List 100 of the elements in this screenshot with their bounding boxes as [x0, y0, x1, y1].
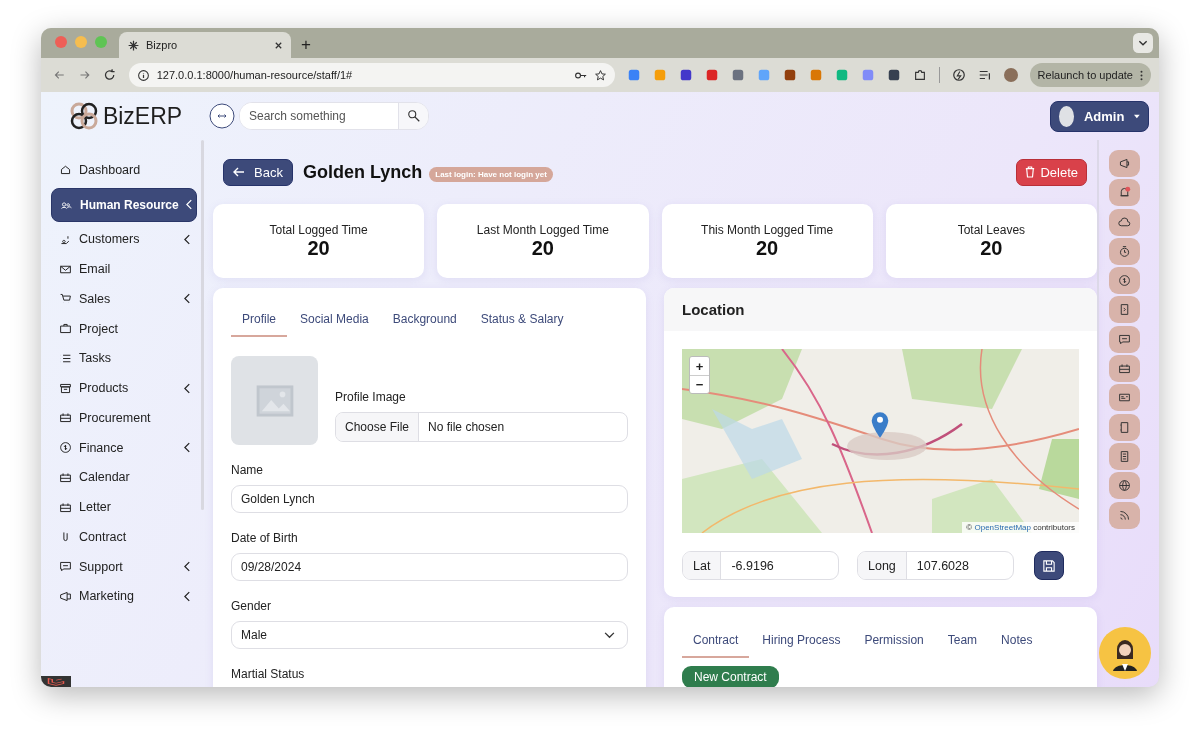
field-label: Profile Image — [335, 390, 407, 404]
extension-icon[interactable] — [730, 68, 745, 82]
address-bar[interactable]: 127.0.0.1:8000/human-resource/staff/1# — [128, 63, 615, 87]
select-field[interactable]: Male — [231, 621, 628, 649]
sidebar-item[interactable]: Marketing — [51, 584, 197, 609]
menu-item-icon — [59, 322, 72, 335]
tab[interactable]: Hiring Process — [751, 629, 852, 658]
quick-action-button[interactable] — [1108, 296, 1140, 324]
sync-icon[interactable] — [951, 68, 966, 82]
sidebar-item[interactable]: Dashboard — [51, 157, 197, 182]
quick-action-button[interactable] — [1108, 413, 1140, 441]
latitude-field[interactable]: Lat -6.9196 — [682, 551, 839, 580]
sidebar-toggle-button[interactable] — [209, 103, 235, 129]
quick-action-button[interactable] — [1108, 179, 1140, 207]
tab[interactable]: Contract — [682, 629, 750, 658]
back-button[interactable]: Back — [223, 158, 293, 186]
sidebar-item[interactable]: Letter — [51, 495, 197, 519]
media-icon[interactable] — [977, 68, 992, 82]
sidebar-item[interactable]: Project — [51, 316, 197, 341]
input-field[interactable]: Golden Lynch — [231, 485, 628, 513]
zoom-out-button[interactable]: − — [690, 375, 709, 393]
quick-action-icon — [1117, 332, 1131, 346]
close-icon[interactable] — [274, 40, 283, 50]
tab[interactable]: Background — [381, 308, 468, 337]
quick-action-icon — [1117, 157, 1131, 170]
puzzle-icon[interactable] — [912, 68, 927, 82]
quick-action-icon — [1117, 479, 1131, 493]
extension-icon[interactable] — [704, 68, 719, 82]
sidebar-item[interactable]: Tasks — [51, 346, 197, 371]
tab[interactable]: Status & Salary — [469, 308, 575, 337]
delete-button[interactable]: Delete — [1016, 158, 1087, 186]
quick-action-button[interactable] — [1108, 237, 1140, 265]
input-field[interactable]: 09/28/2024 — [231, 553, 628, 581]
last-login-badge: Last login: Have not login yet — [429, 166, 553, 182]
save-button[interactable] — [1034, 551, 1064, 580]
arrow-left-icon — [233, 167, 245, 177]
reload-icon[interactable] — [103, 68, 117, 82]
new-tab-button[interactable]: + — [301, 35, 311, 55]
quick-action-icon — [1117, 420, 1131, 434]
quick-action-button[interactable] — [1108, 355, 1140, 383]
extension-icon[interactable] — [782, 68, 797, 82]
stat-label: Total Logged Time — [269, 222, 368, 237]
map-pin-icon[interactable] — [871, 411, 889, 439]
file-input[interactable]: Choose File No file chosen — [335, 412, 628, 442]
menu-item-icon — [59, 589, 72, 603]
extension-icon[interactable] — [886, 68, 901, 82]
quick-action-icon — [1117, 244, 1131, 258]
stat-value: 20 — [980, 236, 1003, 260]
quick-action-button[interactable] — [1108, 472, 1140, 500]
quick-action-button[interactable] — [1108, 501, 1140, 529]
stat-label: Last Month Logged Time — [476, 222, 609, 237]
quick-action-icon — [1117, 215, 1131, 229]
search-field[interactable]: Search something — [239, 102, 429, 130]
sidebar-item[interactable]: Contract — [51, 524, 197, 549]
quick-action-button[interactable] — [1108, 325, 1140, 353]
sidebar-item[interactable]: Procurement — [51, 405, 197, 430]
sidebar-item[interactable]: Human Resource — [51, 187, 197, 222]
extension-icon[interactable] — [678, 68, 693, 82]
tab-menu-icon[interactable] — [1133, 33, 1153, 53]
tab[interactable]: Profile — [231, 308, 287, 337]
sidebar-item[interactable]: Products — [51, 376, 197, 400]
sidebar-item[interactable]: Sales — [51, 286, 197, 311]
info-icon[interactable] — [136, 68, 150, 82]
assistant-avatar[interactable] — [1099, 627, 1151, 679]
sidebar-item[interactable]: Finance — [51, 435, 197, 460]
tab[interactable]: Notes — [990, 629, 1044, 658]
menu-item-icon — [59, 500, 72, 514]
more-icon — [1140, 69, 1143, 81]
debug-bar-icon[interactable] — [41, 676, 71, 687]
tab[interactable]: Social Media — [289, 308, 380, 337]
quick-action-button[interactable] — [1108, 150, 1140, 177]
quick-action-button[interactable] — [1108, 208, 1140, 236]
sidebar-item[interactable]: Support — [51, 554, 197, 579]
caret-icon — [1134, 113, 1140, 119]
tab[interactable]: Team — [936, 629, 989, 658]
quick-action-button[interactable] — [1108, 267, 1140, 295]
longitude-field[interactable]: Long 107.6028 — [857, 551, 1014, 580]
user-menu-button[interactable]: Admin — [1050, 100, 1149, 132]
menu-item-icon — [59, 411, 72, 425]
menu-item-icon — [59, 470, 72, 484]
field-label: Gender — [231, 599, 273, 613]
sidebar-item[interactable]: Calendar — [51, 465, 197, 490]
zoom-in-button[interactable]: + — [690, 357, 709, 375]
quick-action-icon — [1117, 508, 1131, 522]
sidebar-item[interactable]: Customers — [51, 227, 197, 252]
avatar-icon — [1059, 105, 1074, 127]
quick-action-icon — [1117, 362, 1131, 376]
quick-action-button[interactable] — [1108, 442, 1140, 470]
profile-avatar[interactable] — [1003, 68, 1018, 82]
new-contract-button[interactable]: New Contract — [682, 666, 779, 687]
image-icon — [255, 384, 294, 417]
star-icon[interactable] — [593, 68, 607, 82]
quick-action-button[interactable] — [1108, 384, 1140, 412]
search-button[interactable] — [398, 103, 428, 129]
tab[interactable]: Permission — [853, 629, 935, 658]
attribution-link[interactable]: OpenStreetMap — [974, 523, 1031, 532]
relaunch-button[interactable]: Relaunch to update — [1029, 63, 1151, 87]
logo-text: BizERP — [102, 102, 183, 130]
browser-tab[interactable]: Bizpro — [119, 32, 291, 58]
sidebar-item[interactable]: Email — [51, 257, 197, 281]
